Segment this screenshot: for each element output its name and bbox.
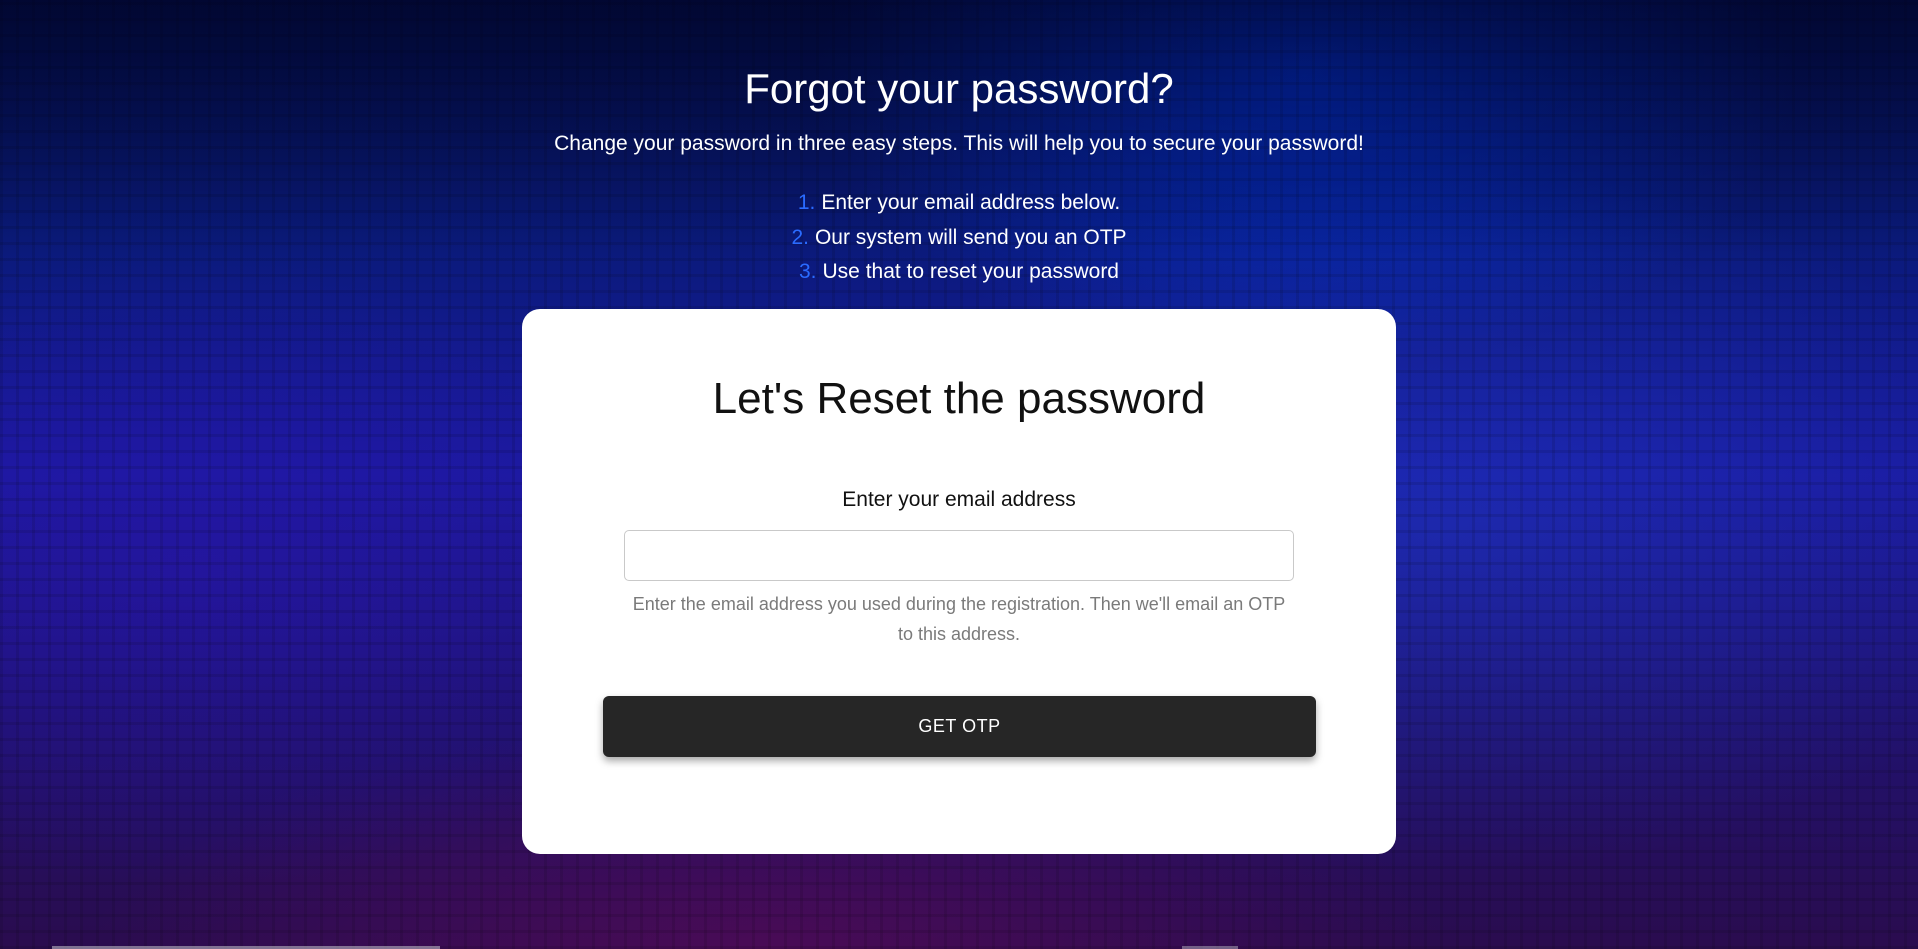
- step-item: 3. Use that to reset your password: [0, 255, 1918, 290]
- page-title: Forgot your password?: [744, 65, 1174, 112]
- email-input[interactable]: [624, 530, 1294, 581]
- step-number: 3.: [799, 260, 817, 283]
- steps-list: 1. Enter your email address below. 2. Our …: [0, 186, 1918, 290]
- card-title: Let's Reset the password: [712, 374, 1206, 423]
- email-help-text: Enter the email address you used during …: [632, 594, 1286, 644]
- email-label: Enter your email address: [842, 488, 1076, 511]
- step-item: 1. Enter your email address below.: [0, 186, 1918, 221]
- reset-password-card: Let's Reset the password Enter your emai…: [522, 309, 1396, 854]
- step-text: Our system will send you an OTP: [814, 225, 1127, 249]
- step-number: 2.: [791, 225, 809, 249]
- page-subtitle: Change your password in three easy steps…: [554, 132, 1364, 155]
- step-text: Use that to reset your password: [822, 260, 1119, 283]
- step-item: 2. Our system will send you an OTP: [0, 221, 1918, 256]
- step-text: Enter your email address below.: [821, 191, 1121, 214]
- get-otp-button[interactable]: GET OTP: [603, 696, 1316, 757]
- step-number: 1.: [797, 191, 816, 214]
